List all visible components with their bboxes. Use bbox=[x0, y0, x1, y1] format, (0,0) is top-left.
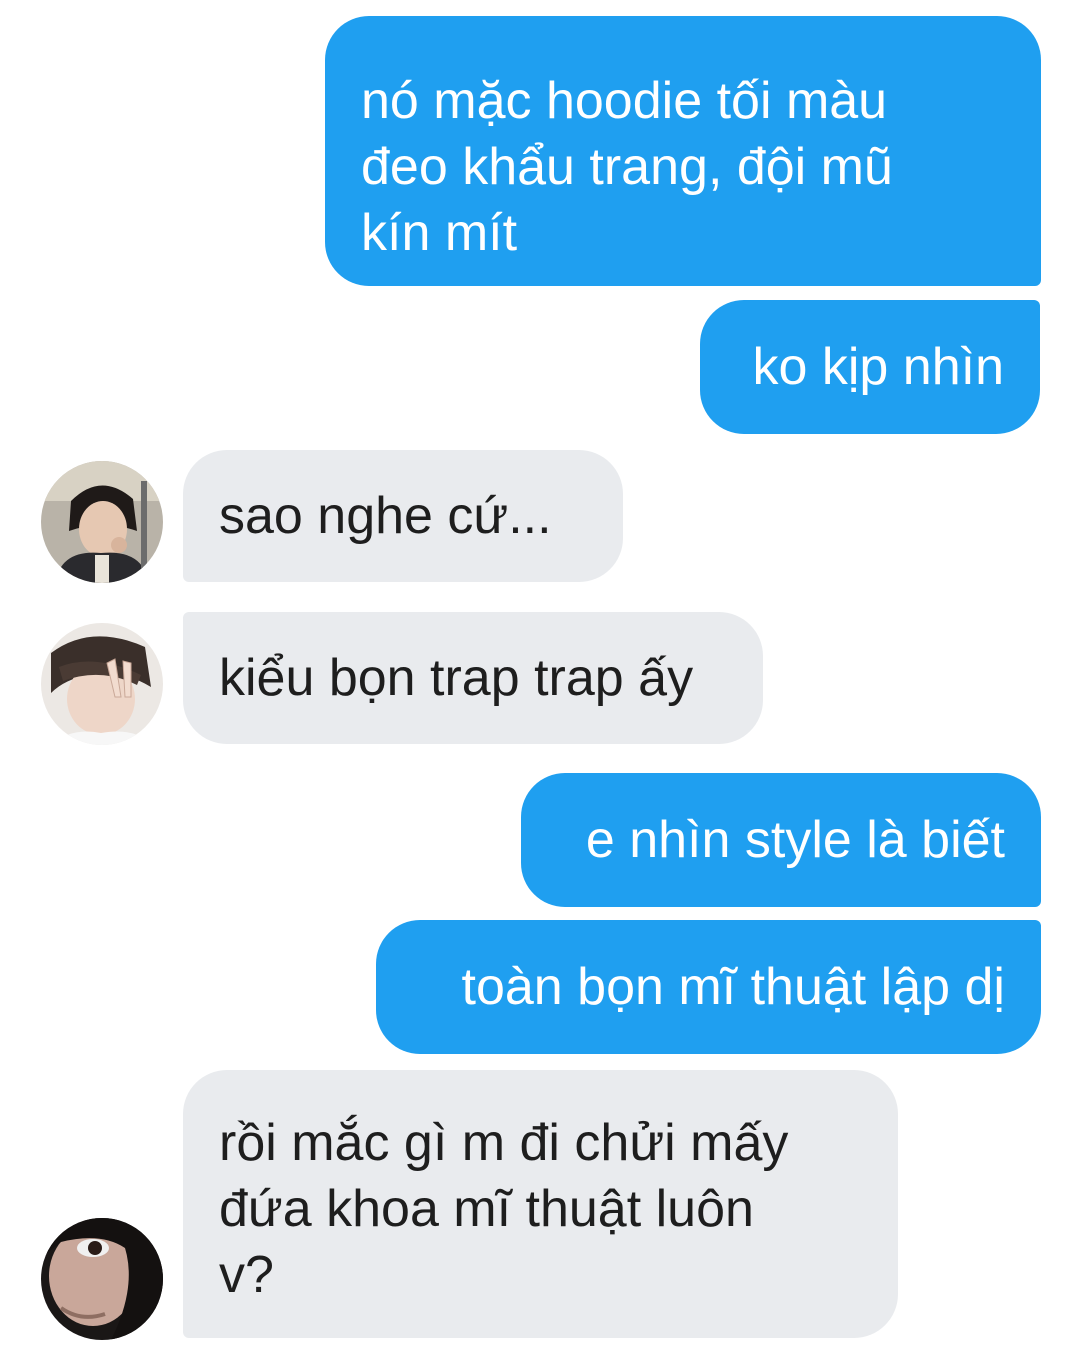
avatar-photo-icon bbox=[41, 1218, 163, 1340]
message-bubble-incoming[interactable]: kiểu bọn trap trap ấy bbox=[183, 612, 763, 744]
message-text: rồi mắc gì m đi chửi mấy đứa khoa mĩ thu… bbox=[219, 1114, 789, 1304]
contact-avatar[interactable] bbox=[41, 623, 163, 745]
message-text: sao nghe cứ... bbox=[219, 487, 552, 545]
message-text: toàn bọn mĩ thuật lập dị bbox=[461, 958, 1006, 1016]
message-bubble-outgoing[interactable]: e nhìn style là biết bbox=[521, 773, 1041, 907]
message-bubble-incoming[interactable]: rồi mắc gì m đi chửi mấy đứa khoa mĩ thu… bbox=[183, 1070, 898, 1338]
contact-avatar[interactable] bbox=[41, 1218, 163, 1340]
contact-avatar[interactable] bbox=[41, 461, 163, 583]
message-text: ko kịp nhìn bbox=[752, 338, 1005, 396]
message-text: nó mặc hoodie tối màu đeo khẩu trang, độ… bbox=[361, 72, 893, 262]
avatar-photo-icon bbox=[41, 623, 163, 745]
message-text: e nhìn style là biết bbox=[585, 811, 1005, 869]
message-bubble-outgoing[interactable]: nó mặc hoodie tối màu đeo khẩu trang, độ… bbox=[325, 16, 1041, 286]
message-bubble-outgoing[interactable]: ko kịp nhìn bbox=[700, 300, 1040, 434]
avatar-photo-icon bbox=[41, 461, 163, 583]
message-bubble-incoming[interactable]: sao nghe cứ... bbox=[183, 450, 623, 582]
message-bubble-outgoing[interactable]: toàn bọn mĩ thuật lập dị bbox=[376, 920, 1041, 1054]
message-text: kiểu bọn trap trap ấy bbox=[219, 649, 694, 707]
